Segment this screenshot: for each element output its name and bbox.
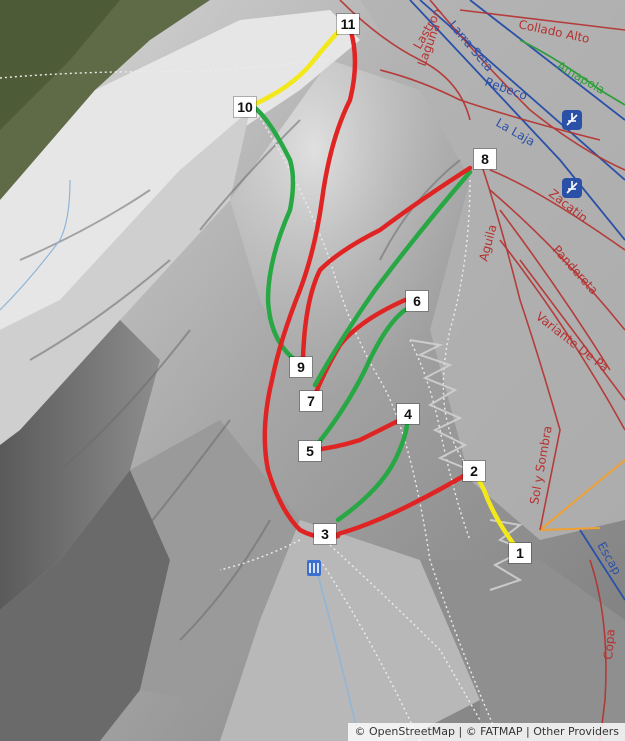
waypoint-1[interactable]: 1: [509, 543, 531, 563]
waypoint-2[interactable]: 2: [463, 461, 485, 481]
attribution-osm-link[interactable]: © OpenStreetMap: [354, 725, 455, 738]
attribution-separator: |: [454, 725, 466, 738]
ski-lift-icon[interactable]: [562, 178, 582, 198]
waypoint-10[interactable]: 10: [234, 97, 256, 117]
waypoint-9[interactable]: 9: [290, 357, 312, 377]
waypoint-5[interactable]: 5: [299, 441, 321, 461]
terrain-layer: Collado Alto Amapola La Laja Rebeco Last…: [0, 0, 625, 741]
waypoint-7[interactable]: 7: [300, 391, 322, 411]
piste-label: Copa: [601, 628, 618, 660]
attribution-fatmap-link[interactable]: © FATMAP: [466, 725, 523, 738]
attribution-separator: |: [522, 725, 534, 738]
ski-lift-icon[interactable]: [562, 110, 582, 130]
waypoint-4[interactable]: 4: [397, 404, 419, 424]
waypoint-3[interactable]: 3: [314, 524, 336, 544]
waypoint-8[interactable]: 8: [474, 149, 496, 169]
waypoint-11[interactable]: 11: [337, 14, 359, 34]
waypoint-6[interactable]: 6: [406, 291, 428, 311]
parking-icon[interactable]: [307, 560, 321, 576]
map-canvas[interactable]: Collado Alto Amapola La Laja Rebeco Last…: [0, 0, 625, 741]
map-attribution: © OpenStreetMap | © FATMAP | Other Provi…: [348, 723, 625, 741]
attribution-other-link[interactable]: Other Providers: [533, 725, 619, 738]
